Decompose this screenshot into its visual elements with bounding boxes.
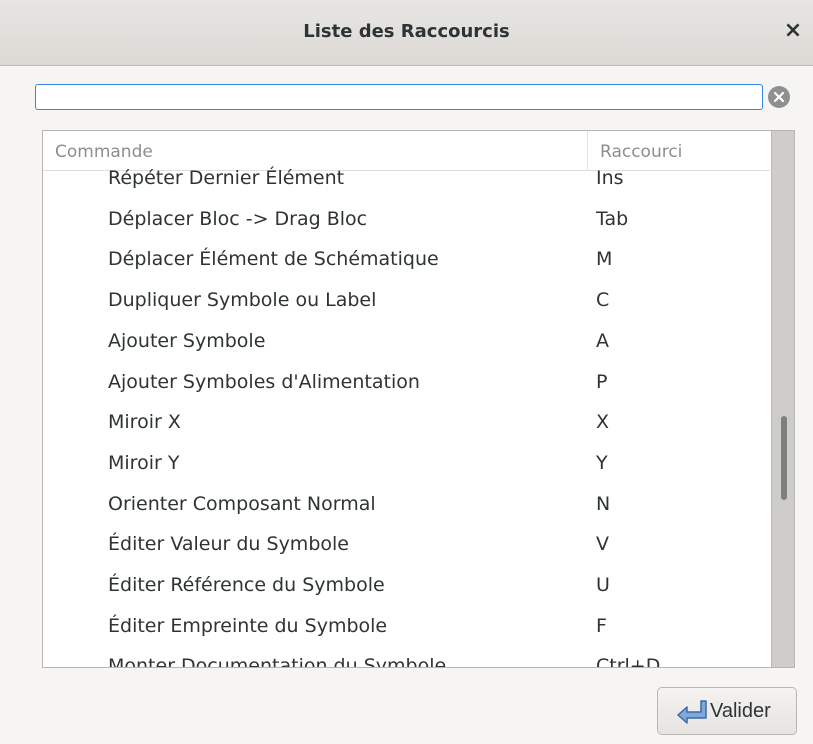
list-item[interactable]: Ajouter Symboles d'Alimentation P [43,369,770,409]
shortcut-key: X [596,411,610,434]
shortcut-key: A [596,329,609,352]
scrollbar-thumb[interactable] [781,416,787,500]
command-name: Éditer Empreinte du Symbole [108,614,388,637]
command-name: Déplacer Bloc -> Drag Bloc [108,207,368,230]
list-item[interactable]: Éditer Valeur du Symbole V [43,531,770,571]
clear-search-icon[interactable] [768,86,790,108]
command-name: Dupliquer Symbole ou Label [108,289,377,312]
shortcut-key: C [596,289,610,312]
shortcut-key: M [596,248,613,271]
shortcut-list[interactable]: Commande Raccourci Répéter Dernier Éléme… [42,130,795,668]
command-name: Ajouter Symboles d'Alimentation [108,370,420,393]
command-name: Orienter Composant Normal [108,492,376,515]
shortcut-key: V [596,533,609,556]
validate-label: Valider [710,700,771,722]
shortcut-key: N [596,492,611,515]
list-item[interactable]: Ajouter Symbole A [43,328,770,368]
title-bar: Liste des Raccourcis × [0,0,813,66]
list-item[interactable]: Éditer Référence du Symbole U [43,572,770,612]
scrollbar[interactable] [771,131,794,667]
enter-arrow-icon [674,698,708,730]
list-item[interactable]: Monter Documentation du Symbole Ctrl+D [43,653,770,668]
list-item[interactable]: Déplacer Bloc -> Drag Bloc Tab [43,206,770,246]
shortcut-key: F [596,614,607,637]
shortcut-key: Ctrl+D [596,655,661,668]
list-item[interactable]: Orienter Composant Normal N [43,491,770,531]
shortcut-key: Y [596,451,608,474]
command-name: Éditer Valeur du Symbole [108,533,349,556]
list-item[interactable]: Miroir X X [43,409,770,449]
validate-button[interactable]: Valider [657,687,797,735]
list-item[interactable]: Miroir Y Y [43,450,770,490]
command-name: Déplacer Élément de Schématique [108,248,439,271]
list-item[interactable]: Répéter Dernier Élément Ins [43,165,770,205]
command-name: Répéter Dernier Élément [108,167,345,189]
shortcut-key: P [596,370,608,393]
search-input[interactable] [35,84,763,110]
shortcut-key: Tab [596,207,629,230]
list-item[interactable]: Dupliquer Symbole ou Label C [43,287,770,327]
window-title: Liste des Raccourcis [303,21,510,42]
shortcut-key: U [596,574,610,596]
command-name: Éditer Référence du Symbole [108,574,385,596]
close-button[interactable]: × [781,17,805,45]
list-item[interactable]: Déplacer Élément de Schématique M [43,246,770,286]
command-name: Ajouter Symbole [108,329,266,352]
command-name: Monter Documentation du Symbole [108,655,447,668]
list-item[interactable]: Éditer Empreinte du Symbole F [43,613,770,653]
shortcut-key: Ins [596,167,624,189]
command-name: Miroir X [108,411,181,434]
command-name: Miroir Y [108,451,180,474]
